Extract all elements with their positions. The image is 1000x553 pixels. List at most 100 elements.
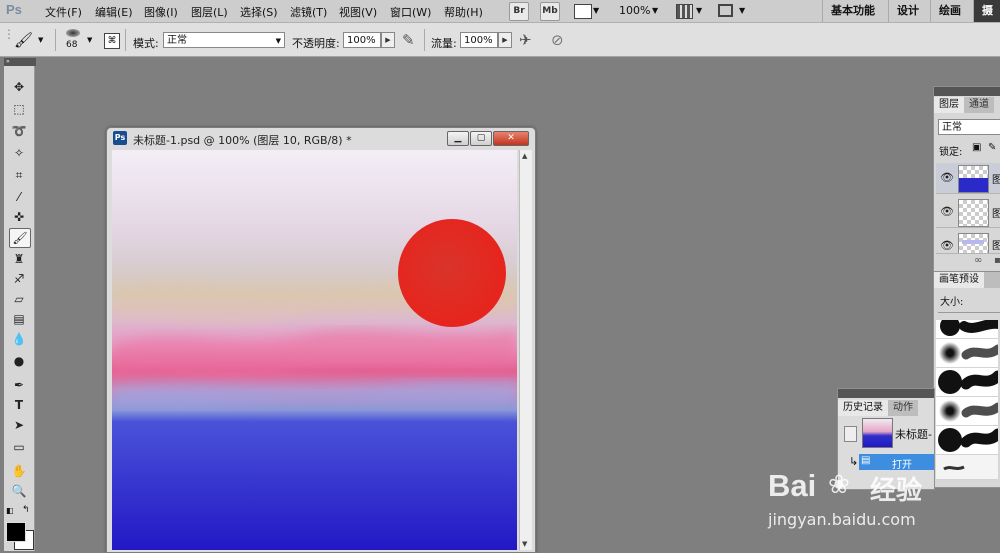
- brush-stroke-preview: [943, 465, 965, 471]
- opacity-input[interactable]: 100%: [343, 32, 381, 48]
- eyedropper-tool-icon[interactable]: ⁄: [9, 188, 29, 206]
- menu-view[interactable]: 视图(V): [339, 4, 377, 20]
- brush-tool-icon[interactable]: 🖌: [9, 228, 31, 248]
- foreground-color-swatch[interactable]: [6, 522, 26, 542]
- options-bar: ⋮ 🖌 ▼ 68 ▼ ⌘ 模式: 正常 ▼ 不透明度: 100% ▶ ✎ 流量:…: [0, 23, 1000, 57]
- workspace-design[interactable]: 设计: [888, 0, 927, 22]
- brush-preset-row[interactable]: [936, 320, 998, 339]
- menu-layer[interactable]: 图层(L): [191, 4, 228, 20]
- history-brush-tool-icon[interactable]: ♐: [9, 270, 29, 288]
- menu-filter[interactable]: 滤镜(T): [290, 4, 327, 20]
- chevron-down-icon[interactable]: ▼: [87, 36, 92, 44]
- spot-healing-tool-icon[interactable]: ✜: [9, 208, 29, 226]
- opacity-slider-button[interactable]: ▶: [381, 32, 395, 48]
- blur-tool-icon[interactable]: 💧: [9, 330, 29, 348]
- size-slider[interactable]: [938, 312, 1000, 313]
- eraser-tool-icon[interactable]: ▱: [9, 290, 29, 308]
- quick-select-tool-icon[interactable]: ✧: [9, 144, 29, 162]
- shape-tool-icon[interactable]: ▭: [9, 438, 29, 456]
- tab-brush-presets[interactable]: 画笔预设: [934, 272, 984, 288]
- layer-thumbnail: [958, 165, 989, 193]
- brush-stroke-preview: [938, 428, 998, 452]
- menu-image[interactable]: 图像(I): [144, 4, 178, 20]
- zoom-tool-icon[interactable]: 🔍: [9, 482, 29, 500]
- panel-collapse-icon[interactable]: »: [4, 58, 36, 66]
- tab-channels[interactable]: 通道: [964, 97, 994, 113]
- snapshot-source-checkbox[interactable]: [844, 426, 857, 442]
- app-logo: Ps: [6, 2, 22, 17]
- menu-help[interactable]: 帮助(H): [444, 4, 483, 20]
- arrange-documents-icon[interactable]: [676, 4, 693, 19]
- tab-layers[interactable]: 图层: [934, 97, 964, 113]
- paw-icon: ❀: [828, 470, 850, 500]
- workspace-essentials[interactable]: 基本功能: [822, 0, 883, 22]
- link-layers-icon[interactable]: ∞: [974, 255, 982, 266]
- workspace-painting[interactable]: 绘画: [930, 0, 969, 22]
- zoom-level[interactable]: 100%: [619, 4, 650, 17]
- brush-preset-row[interactable]: [936, 397, 998, 426]
- pressure-opacity-icon[interactable]: ✎: [402, 31, 415, 49]
- visibility-eye-icon[interactable]: 👁: [940, 171, 954, 184]
- tab-actions[interactable]: 动作: [888, 400, 918, 416]
- layer-style-icon[interactable]: ▪: [994, 255, 1000, 266]
- pen-tool-icon[interactable]: ✒: [9, 376, 29, 394]
- bridge-button[interactable]: Br: [509, 2, 529, 21]
- vertical-scrollbar[interactable]: ▲ ▼: [519, 150, 532, 550]
- type-tool-icon[interactable]: T: [9, 396, 29, 414]
- brush-preset-row[interactable]: [936, 368, 998, 397]
- blend-mode-select[interactable]: 正常: [938, 119, 1000, 135]
- lasso-tool-icon[interactable]: ➰: [9, 122, 29, 140]
- pressure-size-icon[interactable]: ⊘: [551, 31, 564, 49]
- airbrush-icon[interactable]: ✈: [519, 31, 532, 49]
- swap-colors-icon[interactable]: ↰: [22, 505, 30, 515]
- visibility-eye-icon[interactable]: 👁: [940, 239, 954, 252]
- maximize-button[interactable]: ▢: [470, 131, 492, 146]
- brush-preset-row[interactable]: [936, 455, 998, 480]
- workspace-photography[interactable]: 摄: [973, 0, 1000, 22]
- scroll-down-icon[interactable]: ▼: [522, 540, 527, 548]
- move-tool-icon[interactable]: ✥: [9, 78, 29, 96]
- clone-stamp-tool-icon[interactable]: ♜: [9, 250, 29, 268]
- brush-panel-toggle-icon[interactable]: ⌘: [104, 33, 120, 49]
- crop-tool-icon[interactable]: ⌗: [9, 166, 29, 184]
- brush-preset-row[interactable]: [936, 426, 998, 455]
- hand-tool-icon[interactable]: ✋: [9, 462, 29, 480]
- layer-row[interactable]: 👁 图: [936, 231, 1000, 254]
- tab-more[interactable]: [984, 272, 1000, 288]
- path-select-tool-icon[interactable]: ➤: [9, 416, 29, 434]
- flow-input[interactable]: 100%: [460, 32, 498, 48]
- minimize-button[interactable]: ▁: [447, 131, 469, 146]
- brush-preset-row[interactable]: [936, 339, 998, 368]
- brush-tool-icon[interactable]: 🖌: [14, 31, 33, 49]
- snapshot-name[interactable]: 未标题-: [895, 426, 932, 442]
- close-button[interactable]: ✕: [493, 131, 529, 146]
- chevron-down-icon[interactable]: ▼: [38, 36, 43, 44]
- history-step-open[interactable]: ▤ 打开: [859, 454, 934, 471]
- snapshot-thumbnail[interactable]: [862, 418, 893, 448]
- gradient-tool-icon[interactable]: ▤: [9, 310, 29, 328]
- dodge-tool-icon[interactable]: ●: [9, 352, 29, 370]
- opacity-label: 不透明度:: [292, 37, 340, 50]
- visibility-eye-icon[interactable]: 👁: [940, 205, 954, 218]
- mini-bridge-button[interactable]: Mb: [540, 2, 560, 21]
- marquee-tool-icon[interactable]: ⬚: [9, 100, 29, 118]
- mode-select[interactable]: 正常 ▼: [163, 32, 285, 48]
- document-window[interactable]: Ps 未标题-1.psd @ 100% (图层 10, RGB/8) * ▁ ▢…: [106, 127, 536, 553]
- screen-mode-icon[interactable]: [718, 4, 733, 17]
- scroll-up-icon[interactable]: ▲: [522, 152, 527, 160]
- tab-history[interactable]: 历史记录: [838, 400, 888, 416]
- menu-file[interactable]: 文件(F): [45, 4, 82, 20]
- brush-tip-icon[interactable]: [66, 29, 80, 37]
- image-canvas[interactable]: [112, 150, 517, 550]
- menu-edit[interactable]: 编辑(E): [95, 4, 133, 20]
- watermark-brand: Bai: [768, 468, 817, 503]
- menu-select[interactable]: 选择(S): [240, 4, 278, 20]
- layer-row[interactable]: 👁 图: [936, 163, 1000, 194]
- menu-window[interactable]: 窗口(W): [390, 4, 431, 20]
- flow-slider-button[interactable]: ▶: [498, 32, 512, 48]
- lock-pixels-icon[interactable]: ✎: [988, 142, 996, 153]
- layer-row[interactable]: 👁 图: [936, 197, 1000, 228]
- view-extras-icon[interactable]: [574, 4, 592, 19]
- lock-transparency-icon[interactable]: ▣: [972, 142, 981, 153]
- default-colors-icon[interactable]: ◧: [6, 506, 14, 515]
